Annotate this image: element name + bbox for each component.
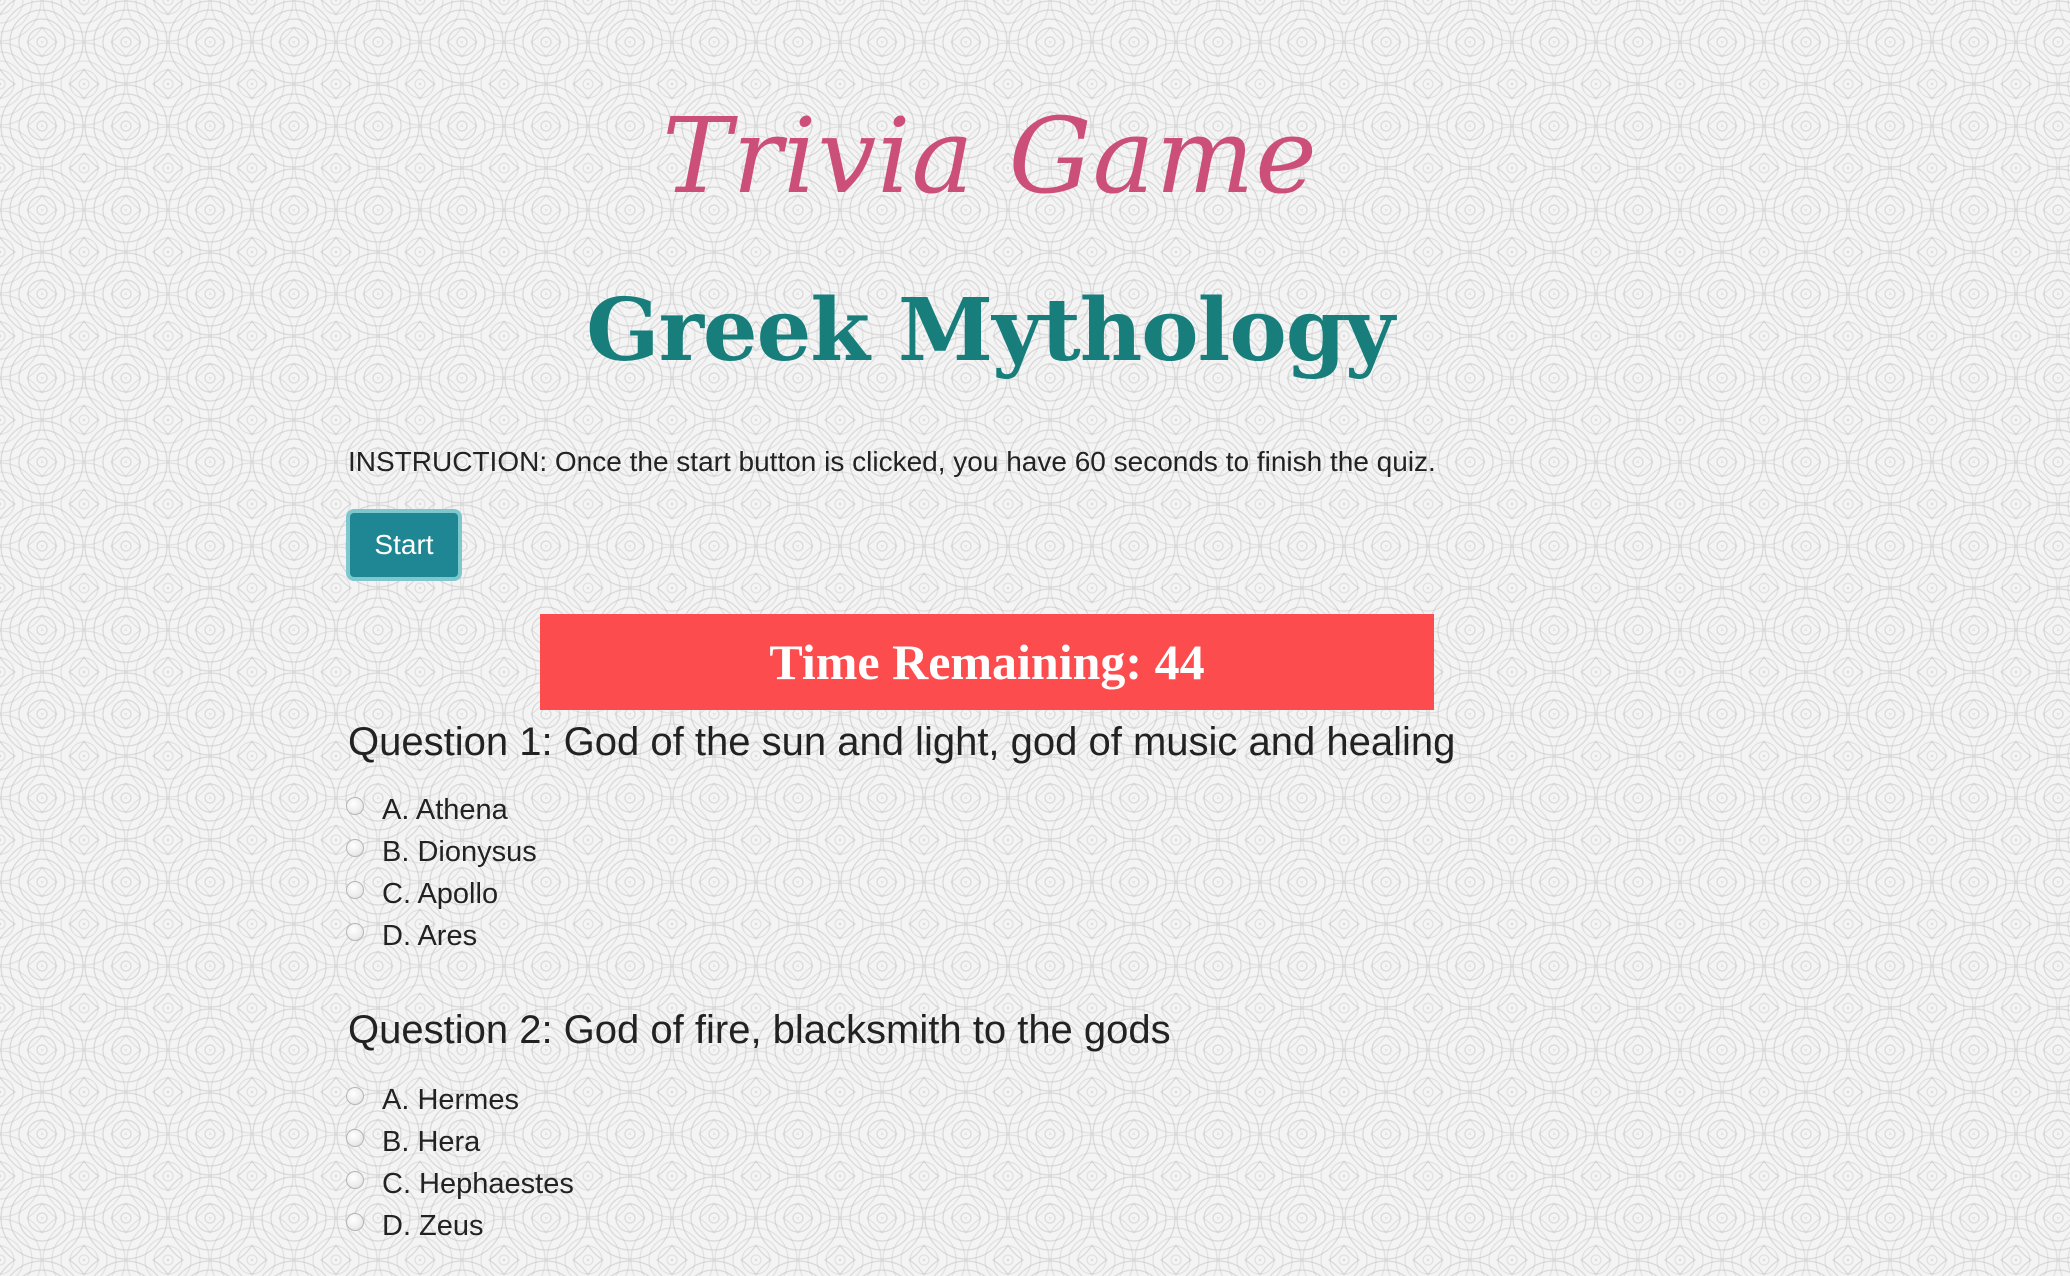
option-item[interactable]: C. Hephaestes (346, 1163, 574, 1205)
option-label: D. Ares (382, 919, 478, 952)
timer-label: Time Remaining: (769, 634, 1155, 690)
question-2-options: A. Hermes B. Hera C. Hephaestes D. Zeus (346, 1079, 574, 1247)
page-title: Trivia Game (662, 95, 1318, 217)
question-1-text: Question 1: God of the sun and light, go… (348, 720, 1456, 764)
option-label: C. Hephaestes (382, 1167, 574, 1200)
timer-banner: Time Remaining: 44 (540, 614, 1434, 710)
radio-button[interactable] (346, 1213, 364, 1231)
option-label: D. Zeus (382, 1209, 484, 1242)
option-item[interactable]: D. Ares (346, 915, 537, 957)
timer-value: 44 (1154, 634, 1205, 690)
option-item[interactable]: C. Apollo (346, 873, 537, 915)
radio-button[interactable] (346, 1171, 364, 1189)
page: Trivia Game Greek Mythology INSTRUCTION:… (0, 0, 2070, 1276)
option-item[interactable]: D. Zeus (346, 1205, 574, 1247)
option-label: B. Hera (382, 1125, 481, 1158)
option-label: C. Apollo (382, 877, 499, 910)
page-subtitle: Greek Mythology (586, 280, 1395, 381)
option-item[interactable]: B. Hera (346, 1121, 574, 1163)
radio-button[interactable] (346, 881, 364, 899)
start-button[interactable]: Start (346, 509, 462, 581)
option-label: A. Hermes (382, 1083, 519, 1116)
option-item[interactable]: A. Athena (346, 789, 537, 831)
option-item[interactable]: A. Hermes (346, 1079, 574, 1121)
radio-button[interactable] (346, 839, 364, 857)
option-label: A. Athena (382, 793, 508, 826)
radio-button[interactable] (346, 1129, 364, 1147)
option-item[interactable]: B. Dionysus (346, 831, 537, 873)
question-2-text: Question 2: God of fire, blacksmith to t… (348, 1008, 1171, 1052)
radio-button[interactable] (346, 1087, 364, 1105)
question-1-options: A. Athena B. Dionysus C. Apollo D. Ares (346, 789, 537, 957)
option-label: B. Dionysus (382, 835, 537, 868)
radio-button[interactable] (346, 923, 364, 941)
radio-button[interactable] (346, 797, 364, 815)
instruction-text: INSTRUCTION: Once the start button is cl… (348, 446, 1436, 477)
